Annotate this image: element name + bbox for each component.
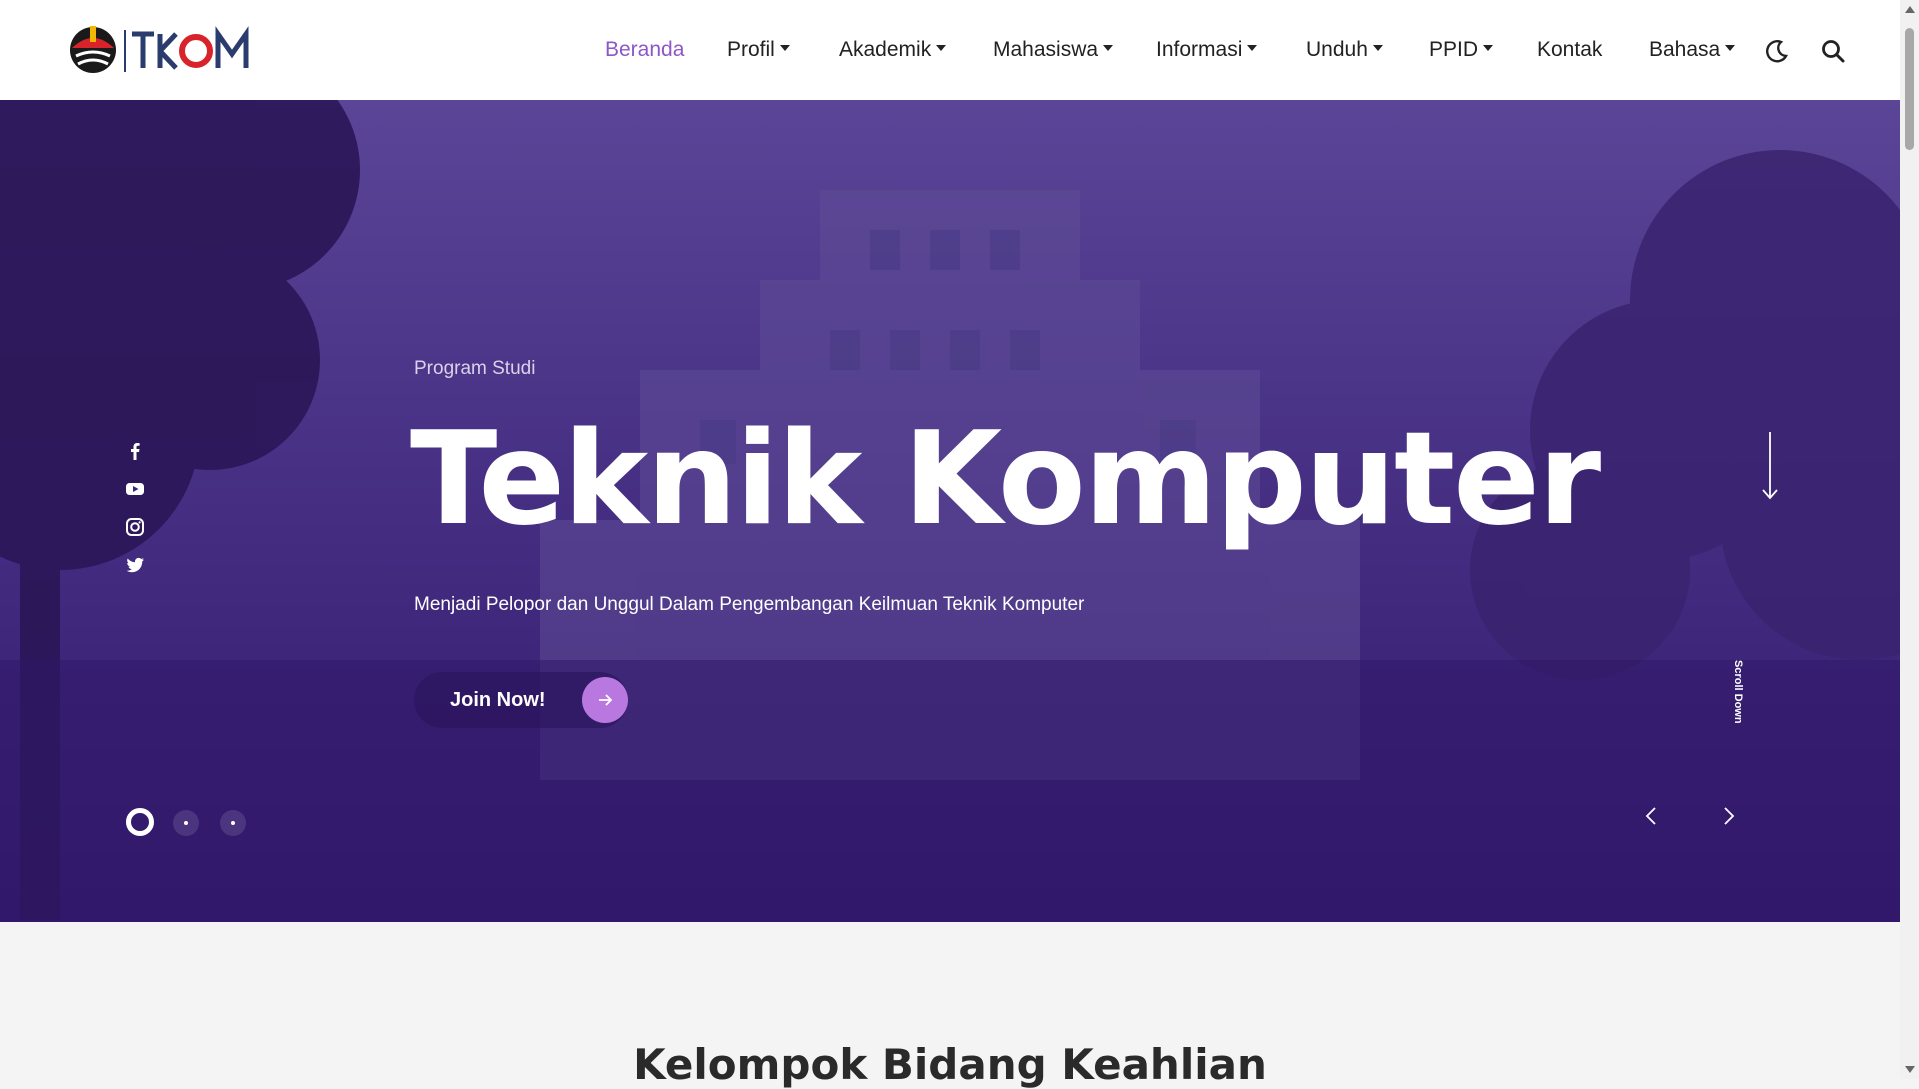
scrollbar-thumb[interactable] <box>1905 28 1914 150</box>
hero-title: Teknik Komputer <box>410 405 1601 554</box>
nav-label: Informasi <box>1156 38 1243 61</box>
arrow-right-icon <box>582 677 628 723</box>
nav-bahasa[interactable]: Bahasa <box>1649 38 1736 62</box>
nav-label: Akademik <box>839 38 932 61</box>
nav-informasi[interactable]: Informasi <box>1156 38 1258 62</box>
nav-label: Mahasiswa <box>993 38 1099 61</box>
site-header: Beranda Profil Akademik Mahasiswa Inform… <box>0 0 1900 100</box>
caret-down-icon <box>1725 45 1736 51</box>
caret-down-icon <box>1247 45 1258 51</box>
moon-icon[interactable] <box>1764 38 1790 64</box>
scroll-up-icon[interactable] <box>1905 6 1915 13</box>
hero-eyebrow: Program Studi <box>414 358 536 379</box>
section-title: Kelompok Bidang Keahlian <box>633 1040 1267 1089</box>
join-now-label: Join Now! <box>450 688 546 711</box>
nav-label: Unduh <box>1306 38 1368 61</box>
nav-beranda[interactable]: Beranda <box>605 38 684 62</box>
caret-down-icon <box>1372 45 1383 51</box>
facebook-icon[interactable] <box>124 440 146 462</box>
chevron-left-icon[interactable] <box>1640 804 1664 828</box>
nav-label: Kontak <box>1537 38 1603 61</box>
slide-dot[interactable] <box>220 810 246 836</box>
instagram-icon[interactable] <box>124 516 146 538</box>
nav-label: Profil <box>727 38 775 61</box>
hero-slider: Program Studi Teknik Komputer Menjadi Pe… <box>0 100 1900 922</box>
slide-dot-active[interactable] <box>126 808 154 836</box>
twitter-icon[interactable] <box>124 554 146 576</box>
page-scrollbar[interactable] <box>1900 0 1919 1079</box>
nav-label: PPID <box>1429 38 1479 61</box>
caret-down-icon <box>779 45 790 51</box>
caret-down-icon <box>1483 45 1494 51</box>
nav-label: Beranda <box>605 38 685 61</box>
slide-dot[interactable] <box>173 810 199 836</box>
nav-akademik[interactable]: Akademik <box>839 38 947 62</box>
nav-kontak[interactable]: Kontak <box>1537 38 1602 62</box>
scroll-down-icon[interactable] <box>1905 1066 1915 1073</box>
chevron-right-icon[interactable] <box>1716 804 1740 828</box>
caret-down-icon <box>1103 45 1114 51</box>
nav-profil[interactable]: Profil <box>727 38 790 62</box>
hero-subtitle: Menjadi Pelopor dan Unggul Dalam Pengemb… <box>414 594 1085 615</box>
caret-down-icon <box>936 45 947 51</box>
youtube-icon[interactable] <box>124 478 146 500</box>
scroll-down-label: Scroll Down <box>1732 660 1744 724</box>
nav-mahasiswa[interactable]: Mahasiswa <box>993 38 1114 62</box>
nav-ppid[interactable]: PPID <box>1429 38 1494 62</box>
search-icon[interactable] <box>1820 38 1846 64</box>
nav-unduh[interactable]: Unduh <box>1306 38 1383 62</box>
nav-label: Bahasa <box>1649 38 1721 61</box>
main-nav: Beranda Profil Akademik Mahasiswa Inform… <box>0 0 1900 100</box>
scroll-down-arrow-icon[interactable] <box>1760 430 1780 710</box>
join-now-button[interactable]: Join Now! <box>414 672 628 728</box>
